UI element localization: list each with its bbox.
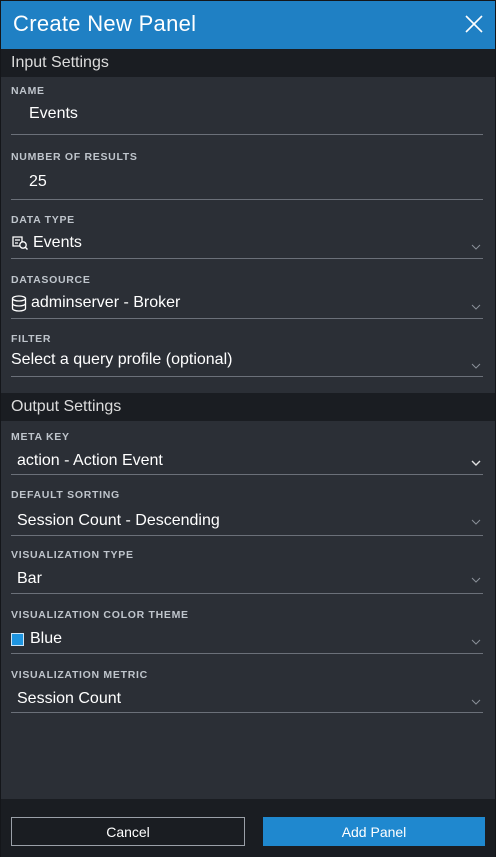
filter-label: FILTER	[11, 333, 52, 345]
visualization-metric-select[interactable]: Session Count	[17, 690, 121, 708]
name-label: NAME	[11, 85, 45, 97]
datasource-label: DATASOURCE	[11, 274, 91, 286]
number-of-results-input[interactable]: 25	[29, 173, 47, 191]
chevron-down-icon[interactable]	[471, 244, 481, 250]
chevron-down-icon[interactable]	[471, 577, 481, 583]
number-of-results-label: NUMBER OF RESULTS	[11, 151, 138, 163]
visualization-type-select[interactable]: Bar	[17, 570, 42, 588]
chevron-down-icon[interactable]	[471, 460, 481, 466]
add-panel-button[interactable]: Add Panel	[263, 817, 485, 846]
input-settings-heading: Input Settings	[11, 54, 109, 71]
create-panel-dialog: Create New Panel Input Settings NAME Eve…	[0, 0, 496, 857]
meta-key-select[interactable]: action - Action Event	[17, 452, 163, 470]
chevron-down-icon[interactable]	[471, 519, 481, 525]
visualization-color-theme-value: Blue	[30, 630, 63, 647]
datasource-value: adminserver - Broker	[31, 294, 181, 311]
meta-key-underline	[11, 474, 483, 475]
dialog-title: Create New Panel	[13, 11, 197, 36]
visualization-metric-field[interactable]: VISUALIZATION METRIC Session Count	[1, 657, 495, 717]
chevron-down-icon[interactable]	[471, 304, 481, 310]
chevron-down-icon[interactable]	[471, 363, 481, 369]
filter-field[interactable]: FILTER Select a query profile (optional)	[1, 321, 495, 381]
visualization-type-field[interactable]: VISUALIZATION TYPE Bar	[1, 537, 495, 597]
default-sorting-label: DEFAULT SORTING	[11, 489, 120, 501]
default-sorting-underline	[11, 535, 483, 536]
data-type-value: Events	[33, 234, 82, 251]
output-settings-header: Output Settings	[1, 393, 495, 421]
close-icon[interactable]	[463, 13, 485, 35]
visualization-type-label: VISUALIZATION TYPE	[11, 549, 134, 561]
meta-key-label: META KEY	[11, 431, 70, 443]
meta-key-field[interactable]: META KEY action - Action Event	[1, 421, 495, 477]
name-field[interactable]: NAME Events	[1, 77, 495, 137]
name-underline	[11, 134, 483, 135]
visualization-color-theme-underline	[11, 653, 483, 654]
chevron-down-icon[interactable]	[471, 699, 481, 705]
number-of-results-field[interactable]: NUMBER OF RESULTS 25	[1, 137, 495, 201]
data-type-field[interactable]: DATA TYPE Events	[1, 201, 495, 261]
visualization-metric-underline	[11, 712, 483, 713]
data-type-underline	[11, 258, 483, 259]
name-input[interactable]: Events	[29, 105, 78, 123]
data-type-select[interactable]: Events	[11, 234, 82, 252]
filter-select[interactable]: Select a query profile (optional)	[11, 351, 232, 369]
cancel-button[interactable]: Cancel	[11, 817, 245, 846]
datasource-underline	[11, 318, 483, 319]
visualization-color-theme-select[interactable]: Blue	[11, 630, 62, 648]
default-sorting-select[interactable]: Session Count - Descending	[17, 512, 220, 530]
visualization-color-theme-field[interactable]: VISUALIZATION COLOR THEME Blue	[1, 597, 495, 657]
dialog-titlebar: Create New Panel	[1, 1, 495, 49]
output-settings-heading: Output Settings	[11, 398, 122, 415]
dialog-footer: Cancel Add Panel	[1, 799, 495, 857]
filter-underline	[11, 376, 483, 377]
database-icon	[11, 294, 27, 312]
visualization-type-underline	[11, 593, 483, 594]
events-query-icon	[12, 236, 28, 250]
datasource-select[interactable]: adminserver - Broker	[11, 294, 180, 312]
input-settings-header: Input Settings	[1, 49, 495, 77]
datasource-field[interactable]: DATASOURCE adminserver - Broker	[1, 261, 495, 321]
default-sorting-field[interactable]: DEFAULT SORTING Session Count - Descendi…	[1, 477, 495, 537]
number-of-results-underline	[11, 199, 483, 200]
color-swatch-icon	[11, 632, 24, 646]
chevron-down-icon[interactable]	[471, 639, 481, 645]
visualization-color-theme-label: VISUALIZATION COLOR THEME	[11, 609, 189, 621]
visualization-metric-label: VISUALIZATION METRIC	[11, 669, 148, 681]
data-type-label: DATA TYPE	[11, 214, 75, 226]
